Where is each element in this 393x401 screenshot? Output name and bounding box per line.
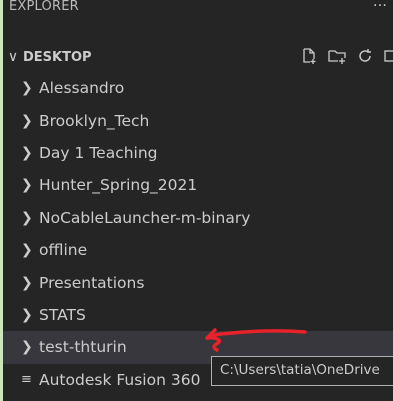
explorer-header: EXPLORER ··· xyxy=(3,0,393,20)
tree-folder[interactable]: ❯ Hunter_Spring_2021 xyxy=(3,169,393,201)
tooltip-text: C:\Users\tatia\OneDrive xyxy=(220,362,380,378)
tree-folder-label: Brooklyn_Tech xyxy=(39,111,150,130)
file-tree: ❯ Alessandro ❯ Brooklyn_Tech ❯ Day 1 Tea… xyxy=(3,72,393,396)
chevron-right-icon: ❯ xyxy=(21,144,33,161)
section-actions xyxy=(300,47,393,65)
chevron-right-icon: ❯ xyxy=(21,112,33,129)
tree-folder[interactable]: ❯ STATS xyxy=(3,299,393,331)
chevron-right-icon: ❯ xyxy=(21,339,33,356)
more-actions-button[interactable]: ··· xyxy=(373,0,387,14)
tree-folder-label: Presentations xyxy=(39,273,145,292)
explorer-title: EXPLORER xyxy=(9,0,79,14)
chevron-right-icon: ❯ xyxy=(21,242,33,259)
tree-folder-label: Hunter_Spring_2021 xyxy=(39,176,198,195)
new-file-icon[interactable] xyxy=(300,47,318,65)
tree-folder-label: Alessandro xyxy=(39,79,125,98)
tree-folder[interactable]: ❯ Brooklyn_Tech xyxy=(3,104,393,136)
tree-folder-label: NoCableLauncher-m-binary xyxy=(39,208,251,227)
chevron-right-icon: ❯ xyxy=(21,209,33,226)
section-title: DESKTOP xyxy=(23,49,92,65)
chevron-down-icon: ∨ xyxy=(7,49,19,65)
tree-folder[interactable]: ❯ Presentations xyxy=(3,266,393,298)
tree-folder[interactable]: ❯ Day 1 Teaching xyxy=(3,137,393,169)
collapse-all-icon[interactable] xyxy=(383,47,393,65)
tree-folder[interactable]: ❯ NoCableLauncher-m-binary xyxy=(3,202,393,234)
tree-folder[interactable]: ❯ offline xyxy=(3,234,393,266)
desktop-section-header[interactable]: ∨ DESKTOP xyxy=(3,42,393,72)
chevron-right-icon: ❯ xyxy=(21,306,33,323)
tree-folder[interactable]: ❯ Alessandro xyxy=(3,72,393,104)
tree-folder-label: test-thturin xyxy=(39,338,127,357)
explorer-panel: EXPLORER ··· ∨ DESKTOP ❯ Alessandro ❯ Br… xyxy=(3,0,393,401)
chevron-right-icon: ❯ xyxy=(21,177,33,194)
tree-file-label: Autodesk Fusion 360 xyxy=(39,370,201,389)
chevron-right-icon: ❯ xyxy=(21,274,33,291)
new-folder-icon[interactable] xyxy=(327,47,347,65)
tree-folder-label: offline xyxy=(39,241,88,260)
chevron-right-icon: ❯ xyxy=(21,80,33,97)
refresh-icon[interactable] xyxy=(356,47,374,65)
text-file-icon: ≡ xyxy=(21,372,32,388)
tree-folder-label: STATS xyxy=(39,305,86,324)
tree-folder-label: Day 1 Teaching xyxy=(39,143,158,162)
path-tooltip: C:\Users\tatia\OneDrive xyxy=(211,356,393,386)
annotation-arrow xyxy=(205,328,307,352)
